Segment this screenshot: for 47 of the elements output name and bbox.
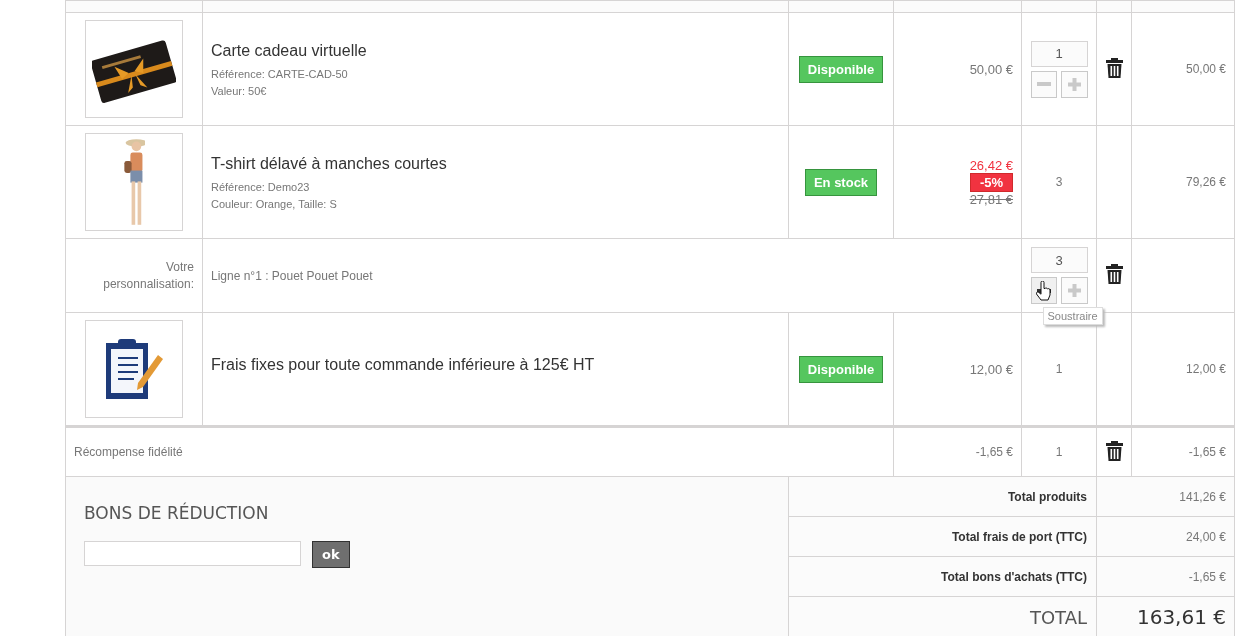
line-total: -1,65 €	[1188, 445, 1226, 459]
plus-icon	[1067, 77, 1081, 91]
total-label: TOTAL	[1029, 606, 1087, 628]
ok-button[interactable]: ok	[312, 541, 350, 568]
reward-name: Récompense fidélité	[74, 445, 183, 459]
product-detail: Valeur: 50€	[211, 84, 268, 97]
product-detail: Référence: CARTE-CAD-50	[211, 67, 349, 80]
line-total: 12,00 €	[1185, 362, 1226, 376]
voucher-field[interactable]	[84, 541, 301, 566]
total-value: 163,61 €	[1136, 605, 1226, 629]
unit-price: 12,00 €	[968, 361, 1013, 377]
minus-icon	[1036, 82, 1051, 86]
line-total: 50,00 €	[1185, 62, 1226, 76]
unit-price: -1,65 €	[975, 445, 1013, 459]
trash-icon[interactable]	[1105, 440, 1123, 461]
unit-price: 50,00 €	[968, 61, 1013, 77]
customization-text: Ligne n°1 : Pouet Pouet Pouet	[211, 268, 373, 283]
line-total: 79,26 €	[1185, 175, 1226, 189]
tooltip: Soustraire	[1042, 307, 1103, 325]
product-name[interactable]: Carte cadeau virtuelle	[211, 41, 788, 60]
availability-label: Disponible	[798, 355, 884, 383]
trash-icon[interactable]	[1105, 264, 1123, 284]
availability-label: Disponible	[798, 55, 884, 83]
product-detail: Référence: Demo23	[211, 180, 311, 193]
voucher-title: BONS DE RÉDUCTION	[84, 503, 270, 523]
hand-cursor-icon	[1035, 281, 1052, 301]
quantity-value: 1	[1055, 362, 1063, 376]
total-label: Total bons d'achats (TTC)	[941, 569, 1087, 584]
total-label: Total produits	[1007, 489, 1087, 504]
trash-icon[interactable]	[1105, 57, 1123, 78]
product-detail: Couleur: Orange, Taille: S	[211, 197, 338, 210]
quantity-value: 3	[1055, 175, 1063, 189]
old-price: 27,81 €	[968, 191, 1013, 207]
total-value: -1,65 €	[1188, 569, 1226, 584]
product-name[interactable]: T-shirt délavé à manches courtes	[211, 154, 788, 173]
total-value: 141,26 €	[1179, 489, 1226, 504]
quantity-field[interactable]: 3	[1030, 247, 1088, 273]
customization-label: Votre personnalisation:	[103, 259, 194, 291]
availability-label: En stock	[804, 168, 878, 196]
product-name[interactable]: Frais fixes pour toute commande inférieure à 125€ HT	[211, 356, 788, 374]
plus-icon	[1067, 284, 1081, 297]
quantity-value: 1	[1055, 445, 1063, 459]
unit-price: 26,42 €	[968, 157, 1013, 173]
total-label: Total frais de port (TTC)	[951, 529, 1087, 544]
quantity-field[interactable]: 1	[1030, 40, 1088, 67]
total-value: 24,00 €	[1185, 529, 1226, 544]
discount-label: -5%	[969, 172, 1013, 192]
